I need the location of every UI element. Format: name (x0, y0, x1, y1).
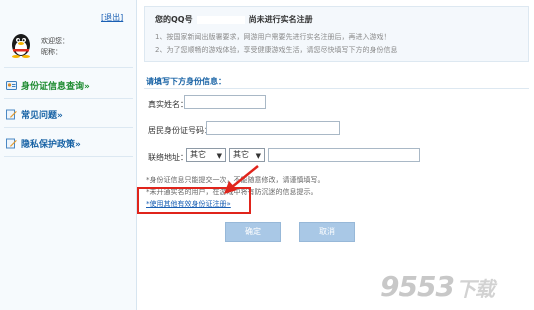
notice-title: 您的QQ号 尚未进行实名注册 (155, 14, 313, 25)
city-select-value: 其它 (233, 150, 249, 159)
city-select[interactable]: 其它 ▼ (229, 148, 265, 162)
watermark-logo: 9553 下载 (380, 270, 495, 303)
tip-text: *身份证信息只能提交一次，不能随意修改，请谨慎填写。 (146, 176, 325, 184)
sidebar-item-label: 常见问题» (21, 111, 63, 121)
divider (4, 98, 133, 99)
province-select-value: 其它 (190, 150, 206, 159)
masked-qq-number (196, 15, 245, 24)
province-select[interactable]: 其它 ▼ (186, 148, 226, 162)
watermark-suffix: 下载 (455, 277, 495, 301)
notice-line: 2、为了您顺畅的游戏体验，享受健康游戏生活，请您尽快填写下方的身份信息 (155, 46, 398, 54)
divider (4, 127, 133, 128)
sidebar-item-label: 身份证信息查询» (21, 82, 90, 92)
pencil-icon (6, 138, 17, 149)
welcome-text: 欢迎您： (41, 37, 69, 45)
pencil-icon (6, 109, 17, 120)
chevron-down-icon: ▼ (216, 152, 222, 160)
address-input[interactable] (268, 148, 420, 162)
confirm-button[interactable]: 确定 (225, 222, 281, 242)
chevron-down-icon: ▼ (255, 152, 261, 160)
red-highlight-box (137, 187, 251, 214)
sidebar-item-id-query[interactable]: 身份证信息查询» (6, 79, 90, 92)
id-number-label: 居民身份证号码： (148, 126, 212, 135)
sidebar: [退出] 欢迎您： 昵称： 身份证信息查询» 常见问题» 隐私保护政策» (0, 0, 137, 310)
nickname-label: 昵称： (41, 48, 62, 56)
sidebar-item-faq[interactable]: 常见问题» (6, 108, 63, 121)
sidebar-item-privacy[interactable]: 隐私保护政策» (6, 137, 81, 150)
cancel-button[interactable]: 取消 (299, 222, 355, 242)
id-card-icon (6, 81, 17, 90)
form-title: 请填写下方身份信息： (146, 77, 226, 86)
watermark-brand: 9553 (380, 270, 455, 303)
real-name-label: 真实姓名： (148, 100, 188, 109)
sidebar-item-label: 隐私保护政策» (21, 140, 81, 150)
divider (4, 156, 133, 157)
notice-title-suffix: 尚未进行实名注册 (248, 15, 313, 24)
qq-penguin-icon (12, 34, 30, 58)
logout-link[interactable]: [退出] (101, 12, 123, 23)
notice-title-prefix: 您的QQ号 (155, 15, 193, 24)
address-label: 联络地址： (148, 153, 188, 162)
divider (4, 67, 133, 68)
id-number-input[interactable] (206, 121, 340, 135)
notice-line: 1、按国家新闻出版署要求，网游用户需要先进行实名注册后，再进入游戏！ (155, 33, 391, 41)
notice-box: 您的QQ号 尚未进行实名注册 1、按国家新闻出版署要求，网游用户需要先进行实名注册… (144, 6, 529, 62)
divider (144, 88, 529, 89)
real-name-input[interactable] (184, 95, 266, 109)
